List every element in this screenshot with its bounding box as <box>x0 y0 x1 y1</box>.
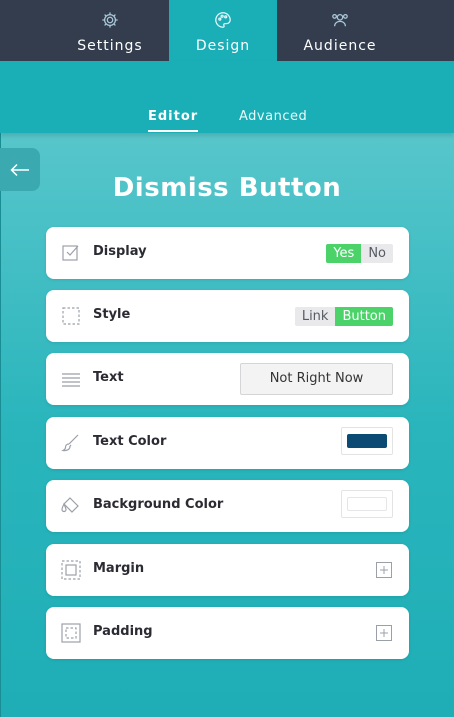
gear-icon <box>102 12 118 28</box>
top-nav: Settings Design Audience <box>0 0 454 61</box>
margin-icon <box>61 560 81 580</box>
text-lines-icon <box>62 373 80 387</box>
palette-icon <box>215 12 231 28</box>
tab-audience-label: Audience <box>303 38 377 54</box>
style-toggle: Link Button <box>294 307 393 326</box>
dashed-square-icon <box>62 307 80 325</box>
checkbox-icon <box>62 245 79 261</box>
text-row: Text Not Right Now <box>46 353 409 405</box>
background-color-swatch <box>347 497 387 511</box>
style-link-option[interactable]: Link <box>295 307 336 326</box>
expand-margin-icon[interactable] <box>376 562 392 578</box>
tab-design-label: Design <box>195 38 251 54</box>
users-icon <box>332 13 348 27</box>
padding-label: Padding <box>93 624 153 639</box>
display-yes-option[interactable]: Yes <box>326 244 362 263</box>
text-color-picker[interactable] <box>341 427 393 455</box>
paint-bucket-icon <box>61 497 79 513</box>
subtab-advanced[interactable]: Advanced <box>239 109 307 124</box>
style-label: Style <box>93 307 131 322</box>
background-color-row: Background Color <box>46 480 409 532</box>
brush-icon <box>61 434 79 452</box>
background-color-label: Background Color <box>93 497 224 512</box>
background-color-picker[interactable] <box>341 490 393 518</box>
text-color-swatch <box>347 434 387 448</box>
display-label: Display <box>93 244 147 259</box>
display-toggle: Yes No <box>326 244 393 263</box>
text-color-label: Text Color <box>93 434 167 449</box>
text-label: Text <box>93 370 124 385</box>
margin-label: Margin <box>93 561 145 576</box>
tab-design[interactable]: Design <box>169 0 277 61</box>
style-row: Style Link Button <box>46 290 409 342</box>
tab-audience[interactable]: Audience <box>280 0 400 61</box>
padding-row: Padding <box>46 607 409 659</box>
expand-padding-icon[interactable] <box>376 625 392 641</box>
page-title: Dismiss Button <box>112 173 342 203</box>
margin-row: Margin <box>46 544 409 596</box>
sub-nav: Editor Advanced <box>0 61 454 133</box>
tab-settings[interactable]: Settings <box>52 0 168 61</box>
display-row: Display Yes No <box>46 227 409 279</box>
button-text-input[interactable]: Not Right Now <box>240 363 393 395</box>
display-no-option[interactable]: No <box>361 244 393 263</box>
subtab-editor[interactable]: Editor <box>148 109 199 132</box>
tab-settings-label: Settings <box>77 38 143 54</box>
text-color-row: Text Color <box>46 417 409 469</box>
style-button-option[interactable]: Button <box>335 307 393 326</box>
padding-icon <box>61 623 81 643</box>
